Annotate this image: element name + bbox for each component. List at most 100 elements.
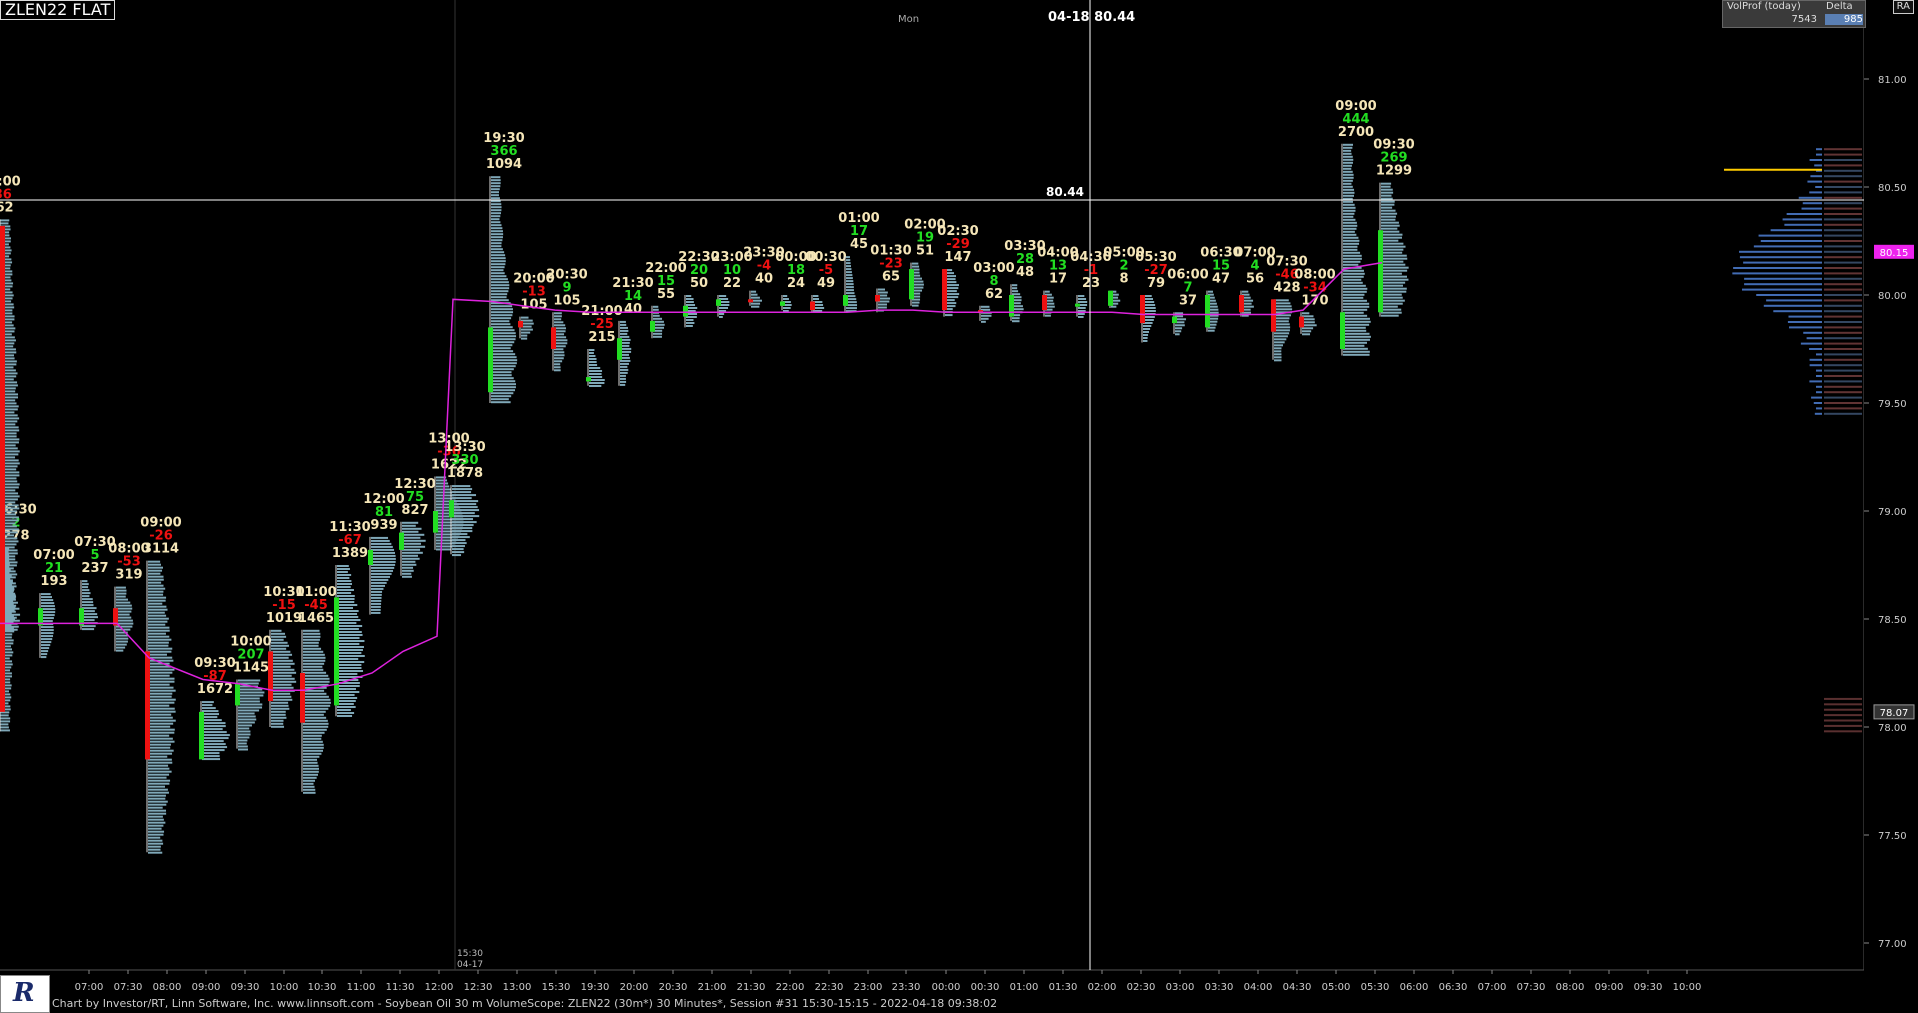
volume-profile-bar	[491, 293, 508, 296]
bar-volume-label: 40	[755, 272, 773, 287]
volume-profile-bar	[1381, 281, 1406, 284]
volume-profile-bar	[554, 315, 562, 318]
volume-profile-bar	[41, 593, 51, 596]
session-profile-bar	[1816, 153, 1822, 156]
session-profile-bar	[1758, 234, 1822, 237]
volume-profile-bar	[116, 589, 127, 592]
volume-profile-bar	[491, 308, 513, 311]
volume-profile-bar	[589, 367, 601, 369]
session-profile-bar	[1800, 342, 1822, 345]
volume-profile-bar	[846, 256, 850, 259]
candle-body	[1205, 295, 1210, 328]
volume-profile-bar	[271, 704, 289, 707]
volume-profile-bar	[783, 307, 791, 309]
volume-profile-bar	[303, 788, 316, 791]
volume-profile-bar	[303, 725, 329, 728]
volume-profile-bar	[303, 695, 329, 698]
volume-profile-bar	[303, 641, 319, 644]
volume-profile-bar	[589, 373, 602, 375]
candle-body	[1172, 316, 1177, 324]
volume-profile-bar	[686, 304, 696, 306]
time-tick-label: 11:00	[347, 982, 376, 993]
volume-profile-bar	[148, 794, 166, 797]
volume-profile-bar	[491, 176, 501, 179]
volume-profile-bar	[303, 650, 324, 653]
candle-body	[780, 301, 785, 306]
session-profile-bar	[1811, 396, 1822, 399]
ra-toggle-button[interactable]: RA	[1892, 0, 1914, 14]
volume-profile-bar	[1343, 221, 1357, 224]
volume-profile-bar	[303, 713, 324, 716]
volume-profile-bar	[148, 842, 164, 845]
time-tick-label: 02:00	[1088, 982, 1117, 993]
volume-profile-bar	[1343, 149, 1352, 152]
volume-profile-chart[interactable]: 15:3004-1777.0077.5078.0078.5079.0079.50…	[0, 0, 1918, 1011]
volume-profile-bar	[148, 770, 172, 773]
candle-body	[1009, 295, 1014, 317]
time-tick-label: 04:30	[1283, 982, 1312, 993]
volume-profile-bar	[371, 554, 396, 557]
volume-profile-bar	[148, 746, 171, 749]
volume-profile-bar	[337, 616, 359, 618]
session-profile-bar	[1773, 310, 1822, 313]
volume-profile-bar	[148, 566, 163, 569]
bar-volume-label: 428	[1273, 280, 1300, 295]
volume-profile-bar	[303, 701, 331, 704]
volume-profile-bar	[337, 565, 349, 567]
volume-profile-bar	[303, 653, 325, 656]
last-price-label: 80.15	[1880, 248, 1909, 259]
volume-profile-bar	[491, 275, 507, 278]
volume-profile-bar	[271, 635, 287, 638]
volume-profile-bar	[1343, 314, 1368, 317]
volume-profile-bar	[1381, 257, 1408, 260]
volume-profile-bar	[303, 638, 320, 641]
volume-profile-bar	[1045, 290, 1050, 293]
volume-profile-bar	[452, 491, 472, 494]
volume-profile-bar	[491, 380, 516, 383]
volume-profile-bar	[337, 691, 360, 693]
volume-profile-bar	[981, 305, 990, 308]
volume-profile-bar	[337, 589, 354, 591]
volume-profile-bar	[148, 683, 170, 686]
session-delta-bar	[1824, 708, 1862, 711]
time-tick-label: 21:00	[698, 982, 727, 993]
volume-profile-bar	[1381, 212, 1398, 215]
volume-profile-bar	[1343, 215, 1354, 218]
volume-profile-bar	[337, 703, 354, 705]
session-profile-bar	[1756, 294, 1822, 296]
volume-profile-bar	[1381, 254, 1407, 257]
volume-profile-bar	[402, 533, 425, 536]
volume-profile-bar	[1343, 209, 1356, 212]
volume-profile-bar	[303, 782, 314, 785]
volume-profile-bar	[82, 580, 88, 583]
volume-profile-bar	[337, 592, 352, 594]
volume-profile-bar	[491, 236, 503, 239]
volume-profile-bar	[491, 179, 501, 182]
volume-profile-bar	[238, 736, 250, 739]
volume-profile-bar	[1343, 278, 1362, 281]
volume-profile-bar	[452, 512, 475, 515]
symbol-label[interactable]: ZLEN22 FLAT	[0, 0, 116, 20]
volume-profile-bar	[1274, 356, 1282, 359]
session-profile-bar	[1810, 175, 1822, 178]
volume-profile-bar	[371, 545, 393, 548]
volume-profile-bar	[912, 304, 919, 307]
volume-profile-bar	[337, 574, 352, 576]
session-delta-bar	[1824, 294, 1862, 296]
candle-body	[433, 511, 438, 533]
volume-profile-bar	[148, 620, 168, 623]
volume-profile-bar	[491, 317, 512, 320]
volume-profile-bar	[620, 365, 628, 368]
volume-profile-bar	[337, 610, 359, 612]
volume-profile-bar	[371, 593, 382, 596]
volume-profile-bar	[148, 821, 166, 824]
time-tick-label: 22:00	[776, 982, 805, 993]
volume-profile-bar	[521, 316, 529, 319]
volume-profile-bar	[82, 607, 97, 610]
volume-profile-bar	[1343, 302, 1370, 305]
volume-profile-bar	[1343, 338, 1370, 341]
volume-profile-bar	[303, 773, 318, 776]
volume-profile-bar	[620, 359, 631, 362]
volume-profile-bar	[148, 686, 174, 689]
volume-profile-bar	[1343, 146, 1353, 149]
